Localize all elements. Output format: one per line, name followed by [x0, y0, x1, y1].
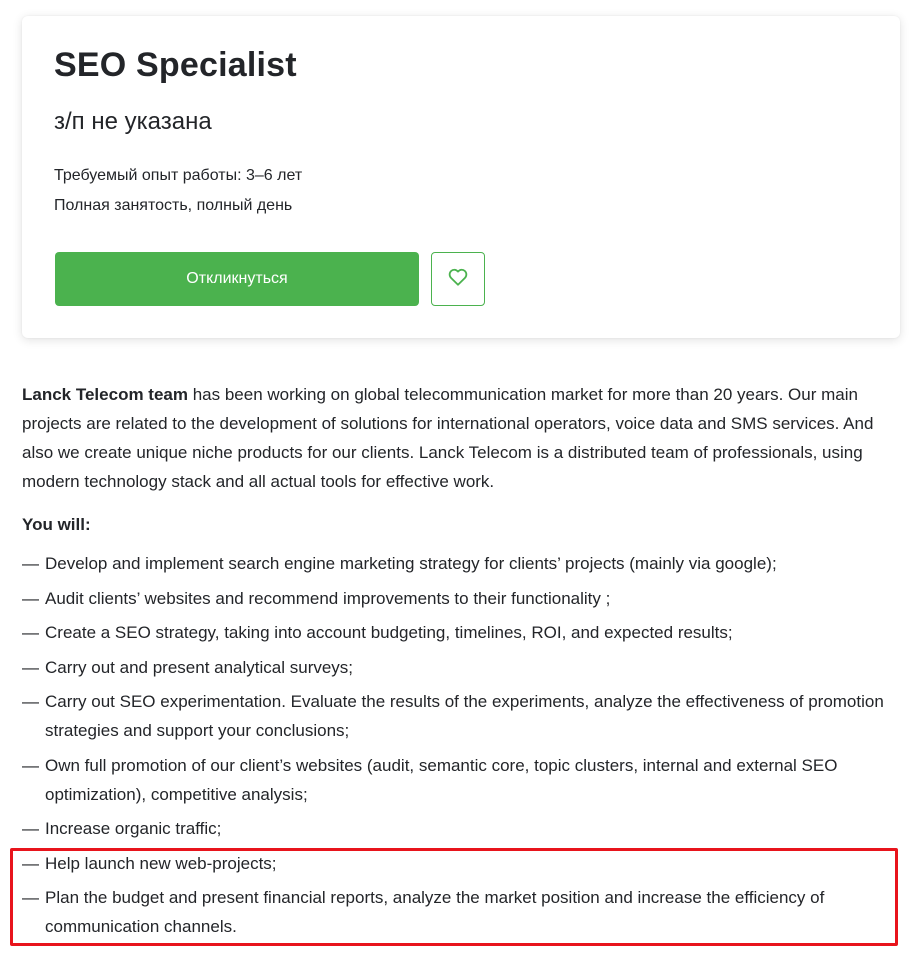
list-item: — Carry out and present analytical survey… [22, 653, 902, 682]
list-item: — Own full promotion of our client’s webs… [22, 751, 902, 809]
task-text: Carry out and present analytical surveys… [45, 657, 354, 677]
company-name: Lanck Telecom team [22, 385, 188, 404]
you-will-heading: You will: [22, 515, 91, 534]
dash: — [22, 554, 39, 573]
task-text: Audit clients’ websites and recommend im… [45, 588, 611, 608]
vacancy-description: Lanck Telecom team has been working on g… [22, 380, 902, 947]
list-item: — Audit clients’ websites and recommend i… [22, 584, 902, 613]
list-item: — Help launch new web-projects; [22, 849, 902, 878]
dash: — [22, 888, 39, 907]
task-text: Plan the budget and present financial re… [45, 888, 825, 936]
task-list: — Develop and implement search engine mar… [22, 549, 902, 941]
dash: — [22, 657, 39, 677]
list-item: — Carry out SEO experimentation. Evaluate… [22, 687, 902, 745]
vacancy-title: SEO Specialist [54, 46, 297, 84]
task-text: Own full promotion of our client’s websi… [45, 755, 838, 804]
dash: — [22, 819, 39, 838]
task-text: Increase organic traffic; [45, 819, 222, 838]
salary-text: з/п не указана [54, 108, 212, 135]
task-text: Develop and implement search engine mark… [45, 554, 777, 573]
employment-type: Полная занятость, полный день [54, 197, 293, 214]
dash: — [22, 588, 39, 608]
dash: — [22, 623, 39, 642]
list-item: — Increase organic traffic; [22, 814, 902, 843]
task-text: Create a SEO strategy, taking into accou… [45, 623, 733, 642]
dash: — [22, 853, 39, 873]
required-experience: Требуемый опыт работы: 3–6 лет [54, 167, 303, 184]
respond-button-label: Откликнуться [186, 270, 288, 287]
task-text: Help launch new web-projects; [45, 853, 277, 873]
dash: — [22, 755, 39, 775]
vacancy-header-card: SEO Specialist з/п не указана Требуемый … [22, 16, 900, 338]
heart-icon [448, 268, 468, 291]
company-intro: Lanck Telecom team has been working on g… [22, 380, 902, 496]
respond-button[interactable]: Откликнуться [55, 252, 419, 306]
list-item: — Plan the budget and present financial r… [22, 883, 902, 941]
favorite-button[interactable] [431, 252, 485, 306]
list-item: — Develop and implement search engine mar… [22, 549, 902, 578]
list-item: — Create a SEO strategy, taking into acco… [22, 618, 902, 647]
task-text: Carry out SEO experimentation. Evaluate … [45, 692, 884, 740]
dash: — [22, 692, 39, 711]
